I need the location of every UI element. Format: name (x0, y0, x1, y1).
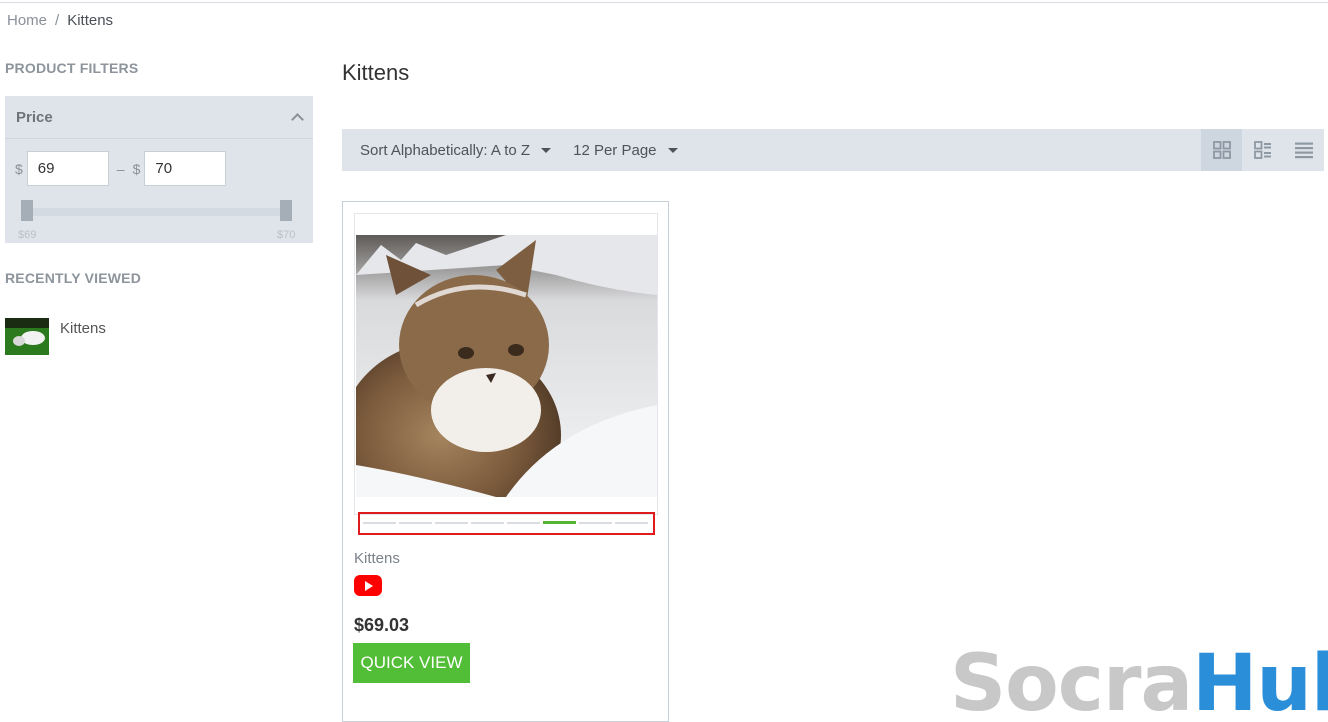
product-image[interactable] (356, 235, 657, 497)
chevron-up-icon[interactable] (292, 112, 302, 122)
per-page-dropdown[interactable]: 12 Per Page (573, 141, 678, 159)
list-grid-view-button[interactable] (1242, 129, 1283, 171)
breadcrumb-home-link[interactable]: Home (7, 12, 47, 29)
price-min-input[interactable] (26, 151, 109, 186)
socrahub-watermark: SocraHub (950, 639, 1328, 722)
price-slider-max-handle[interactable] (280, 200, 292, 221)
caret-down-icon (541, 147, 552, 153)
list-view-button[interactable] (1283, 129, 1324, 171)
recently-viewed-item[interactable]: Kittens (5, 318, 106, 355)
carousel-dot[interactable] (543, 521, 576, 524)
carousel-dot[interactable] (507, 522, 540, 524)
currency-symbol: $ (132, 160, 141, 177)
carousel-dot[interactable] (435, 522, 468, 524)
product-filters-heading: PRODUCT FILTERS (5, 60, 139, 76)
price-slider-max-label: $70 (277, 229, 296, 241)
product-toolbar: Sort Alphabetically: A to Z 12 Per Page (342, 129, 1324, 171)
carousel-dot[interactable] (399, 522, 432, 524)
carousel-dots[interactable] (363, 521, 648, 524)
list-grid-view-icon (1253, 141, 1271, 159)
price-max-input[interactable] (144, 151, 227, 186)
product-price: $69.03 (354, 615, 410, 635)
price-slider-track[interactable] (22, 208, 292, 216)
price-filter-header[interactable]: Price (5, 96, 313, 139)
recently-viewed-item-name[interactable]: Kittens (60, 320, 106, 337)
recently-viewed-heading: RECENTLY VIEWED (5, 270, 142, 286)
view-mode-switcher (1201, 129, 1324, 171)
carousel-dot[interactable] (471, 522, 504, 524)
product-image-frame[interactable] (354, 213, 658, 515)
quick-view-button[interactable]: QUICK VIEW (353, 643, 470, 683)
price-slider-min-handle[interactable] (21, 200, 33, 221)
youtube-icon[interactable] (354, 575, 382, 596)
carousel-dot[interactable] (363, 522, 396, 524)
grid-view-icon (1212, 141, 1231, 159)
price-range-inputs: $ – $ (15, 151, 227, 186)
grid-view-button[interactable] (1201, 129, 1242, 171)
price-filter-panel: Price $ – $ $69 $70 (5, 96, 313, 243)
sort-dropdown[interactable]: Sort Alphabetically: A to Z (360, 141, 552, 159)
carousel-dot[interactable] (615, 522, 648, 524)
top-divider (0, 2, 1328, 3)
list-view-icon (1294, 142, 1313, 159)
product-card: Kittens $69.03 QUICK VIEW (342, 201, 669, 722)
breadcrumb-separator: / (55, 12, 60, 29)
breadcrumb: Home / Kittens (7, 12, 113, 29)
per-page-dropdown-label: 12 Per Page (573, 141, 657, 159)
product-name[interactable]: Kittens (354, 550, 400, 567)
caret-down-icon (667, 147, 678, 153)
currency-symbol: $ (15, 160, 23, 177)
recently-viewed-thumbnail[interactable] (5, 318, 49, 355)
breadcrumb-current: Kittens (67, 12, 114, 29)
range-dash: – (116, 160, 125, 177)
price-filter-label: Price (16, 108, 53, 126)
sort-dropdown-label: Sort Alphabetically: A to Z (360, 141, 531, 159)
page-title: Kittens (342, 60, 410, 85)
carousel-dot[interactable] (579, 522, 612, 524)
price-slider-min-label: $69 (18, 229, 37, 241)
